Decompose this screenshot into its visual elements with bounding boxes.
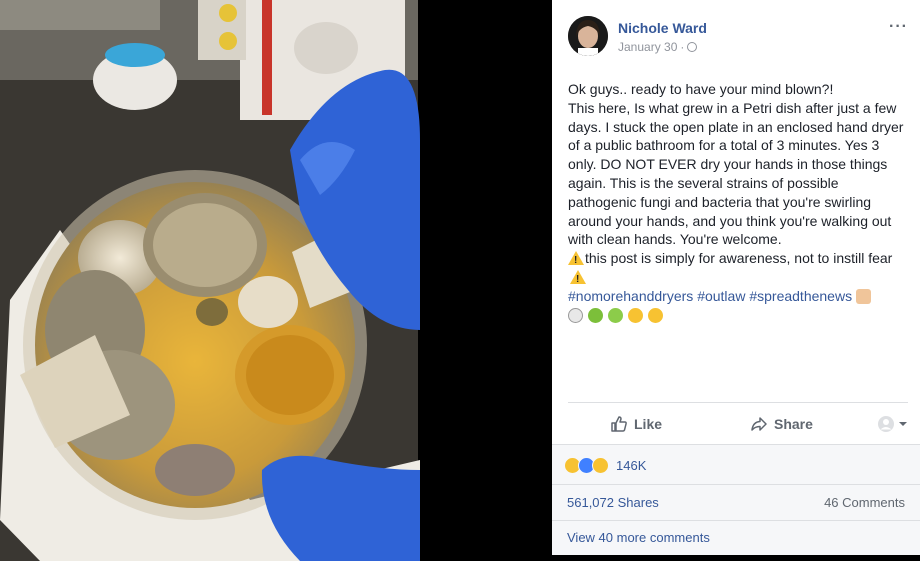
avatar[interactable] [568, 16, 608, 56]
post-header: Nichole Ward January 30 · ··· [568, 16, 908, 60]
post-body: Ok guys.. ready to have your mind blown?… [568, 80, 908, 324]
meta-separator: · [680, 40, 685, 54]
post-text-paragraph: This here, Is what grew in a Petri dish … [568, 99, 904, 248]
post-date[interactable]: January 30 [618, 40, 677, 54]
view-more-comments-link[interactable]: View 40 more comments [567, 530, 710, 545]
action-bar: Like Share [568, 402, 908, 444]
petri-dish-photo [0, 0, 552, 561]
view-more-comments[interactable]: View 40 more comments [552, 520, 920, 555]
post-panel: Nichole Ward January 30 · ··· Ok guys.. … [552, 0, 920, 561]
post-meta: January 30 · [618, 40, 698, 54]
hashtag-link[interactable]: #outlaw [697, 288, 745, 304]
hashtag-link[interactable]: #spreadthenews [749, 288, 852, 304]
confounded-face-icon [647, 307, 663, 323]
post-as-selector[interactable] [877, 403, 908, 445]
nauseated-face-icon [587, 307, 603, 323]
share-button[interactable]: Share [750, 403, 813, 445]
post-text-line: Ok guys.. ready to have your mind blown?… [568, 81, 834, 97]
avatar-image [568, 16, 608, 56]
more-options-button[interactable]: ··· [889, 18, 908, 36]
globe-icon [687, 42, 698, 52]
chevron-down-icon [899, 422, 907, 426]
user-avatar-icon [878, 416, 894, 432]
warning-text: this post is simply for awareness, not t… [585, 250, 893, 267]
post-photo[interactable] [0, 0, 552, 561]
thumbs-up-icon [611, 416, 627, 432]
skull-crossbones-icon [568, 307, 583, 323]
emoji-row [568, 306, 908, 325]
reaction-icons [564, 457, 609, 474]
sad-reaction-icon [592, 457, 609, 474]
mask-face-icon [627, 307, 643, 323]
panel-bottom-edge [552, 555, 920, 561]
hashtags: #nomorehanddryers #outlaw #spreadthenews [568, 287, 908, 306]
author-name[interactable]: Nichole Ward [618, 20, 707, 36]
like-button[interactable]: Like [610, 403, 662, 445]
shares-count[interactable]: 561,072 Shares [567, 495, 659, 510]
vomiting-face-icon [607, 307, 623, 323]
share-arrow-icon [751, 417, 767, 431]
post-stats: 561,072 Shares 46 Comments [552, 484, 920, 520]
warning-icon [570, 269, 586, 290]
like-label: Like [634, 416, 663, 432]
reactions-summary[interactable]: 146K [552, 444, 920, 484]
share-label: Share [774, 416, 813, 432]
post-text-warning: this post is simply for awareness, not t… [568, 249, 908, 290]
comments-count[interactable]: 46 Comments [824, 495, 905, 510]
warning-icon [568, 251, 584, 271]
person-gesturing-icon [855, 288, 871, 304]
reaction-count[interactable]: 146K [616, 458, 646, 473]
hashtag-link[interactable]: #nomorehanddryers [568, 288, 693, 304]
